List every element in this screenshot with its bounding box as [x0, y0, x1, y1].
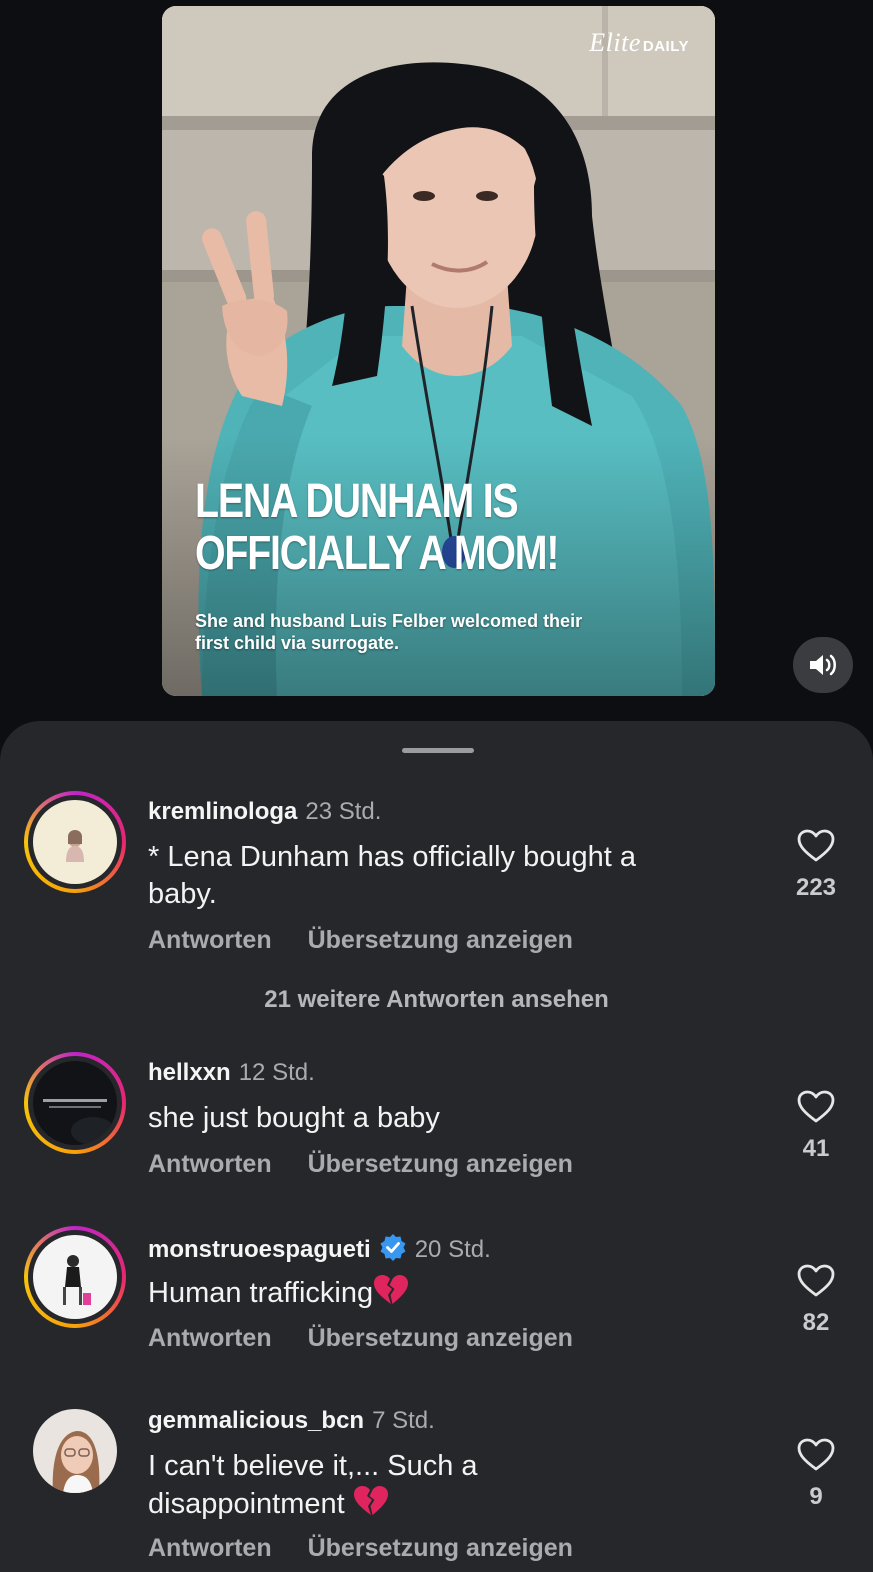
translate-button[interactable]: Übersetzung anzeigen: [308, 1150, 573, 1178]
reply-button[interactable]: Antworten: [148, 1534, 272, 1562]
headline-line-1: LENA DUNHAM IS: [195, 475, 519, 528]
comment-text: Human trafficking: [148, 1274, 748, 1312]
avatar: [33, 1235, 117, 1319]
heart-icon[interactable]: [797, 1438, 835, 1472]
avatar: [33, 800, 117, 884]
sheet-drag-handle[interactable]: [402, 748, 474, 753]
comment-time: 7 Std.: [372, 1407, 435, 1434]
broken-heart-icon: [374, 1275, 409, 1304]
post-headline: LENA DUNHAM IS OFFICIALLY A MOM!: [195, 476, 580, 580]
reply-button[interactable]: Antworten: [148, 926, 272, 954]
headline-line-2: OFFICIALLY A MOM!: [195, 527, 559, 580]
comment-username[interactable]: kremlinologa 23 Std.: [148, 798, 381, 826]
view-more-replies-button[interactable]: 21 weitere Antworten ansehen: [0, 986, 873, 1014]
comment-actions: Antworten Übersetzung anzeigen: [148, 1324, 573, 1353]
heart-icon[interactable]: [797, 1090, 835, 1124]
like-count: 82: [802, 1309, 830, 1336]
translate-button[interactable]: Übersetzung anzeigen: [308, 1324, 573, 1352]
like-control[interactable]: 223: [786, 829, 846, 902]
broken-heart-icon: [353, 1486, 388, 1515]
post-photo: [162, 6, 715, 696]
like-count: 223: [795, 874, 837, 901]
avatar: [33, 1061, 117, 1145]
translate-button[interactable]: Übersetzung anzeigen: [308, 1534, 573, 1562]
translate-button[interactable]: Übersetzung anzeigen: [308, 926, 573, 954]
like-count: 41: [802, 1135, 830, 1162]
comment-username[interactable]: gemmalicious_bcn 7 Std.: [148, 1407, 435, 1435]
avatar[interactable]: [33, 1409, 117, 1493]
comment-time: 20 Std.: [414, 1236, 491, 1263]
comment-text: * Lena Dunham has officially bought a ba…: [148, 841, 636, 910]
post-subhead: She and husband Luis Felber welcomed the…: [195, 610, 665, 654]
subhead-line-1: She and husband Luis Felber welcomed the…: [195, 611, 583, 631]
heart-icon[interactable]: [797, 829, 835, 863]
subhead-line-2: first child via surrogate.: [195, 633, 400, 653]
like-count: 9: [809, 1483, 823, 1510]
like-control[interactable]: 9: [786, 1438, 846, 1511]
comments-sheet: kremlinologa 23 Std. * Lena Dunham has of…: [0, 721, 873, 1572]
reply-button[interactable]: Antworten: [148, 1324, 272, 1352]
speaker-icon: [810, 654, 836, 676]
post-media[interactable]: Elite DAILY LENA DUNHAM IS OFFICIALLY A M…: [162, 6, 715, 696]
reply-button[interactable]: Antworten: [148, 1150, 272, 1178]
comment-time: 23 Std.: [305, 798, 382, 825]
comment-text: I can't believe it,... Such a disappoint…: [148, 1450, 478, 1520]
like-control[interactable]: 41: [786, 1090, 846, 1163]
story-ring[interactable]: [24, 1052, 126, 1154]
comment-username[interactable]: hellxxn 12 Std.: [148, 1059, 315, 1087]
verified-badge-icon: [380, 1234, 406, 1261]
like-control[interactable]: 82: [786, 1264, 846, 1337]
comment-actions: Antworten Übersetzung anzeigen: [148, 1150, 573, 1179]
sound-toggle-button[interactable]: [793, 637, 853, 693]
brand-logo: Elite DAILY: [589, 28, 689, 57]
comment-time: 12 Std.: [238, 1059, 315, 1086]
comment-text: she just bought a baby: [148, 1102, 440, 1134]
heart-icon[interactable]: [797, 1264, 835, 1298]
comment-username[interactable]: monstruoespagueti 20 Std.: [148, 1233, 491, 1264]
story-ring[interactable]: [24, 791, 126, 893]
comment-actions: Antworten Übersetzung anzeigen: [148, 926, 573, 955]
story-ring[interactable]: [24, 1226, 126, 1328]
comment-actions: Antworten Übersetzung anzeigen: [148, 1534, 573, 1563]
